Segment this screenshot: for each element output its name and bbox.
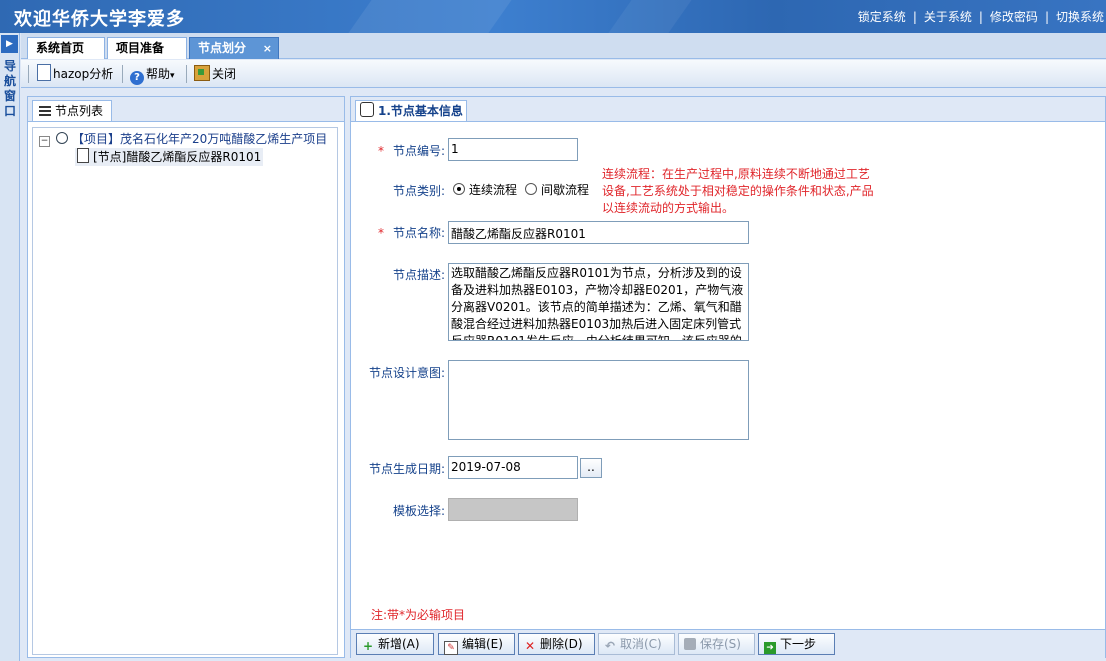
required-footnote: 注:带*为必输项目 — [371, 608, 466, 622]
nav-window-label: 导航窗口 — [3, 59, 16, 118]
action-button-bar: + 新增(A) ✎ 编辑(E) ✕ 删除(D) ↶ 取消(C) 保存(S) ➜ 下一步 — [351, 629, 1105, 658]
next-step-button[interactable]: ➜ 下一步 — [758, 633, 835, 655]
radio-selected-icon — [453, 183, 465, 195]
app-header: 欢迎华侨大学李爱多 锁定系统 | 关于系统 | 修改密码 | 切换系统 — [0, 0, 1106, 33]
tab-label: 节点划分 — [198, 41, 247, 55]
edit-pencil-icon: ✎ — [444, 641, 458, 655]
button-label: 下一步 — [780, 637, 817, 651]
help-label: 帮助 — [146, 67, 171, 81]
switch-system-link[interactable]: 切换系统 — [1056, 10, 1104, 24]
header-links: 锁定系统 | 关于系统 | 修改密码 | 切换系统 — [858, 8, 1104, 25]
help-icon: ? — [130, 71, 144, 85]
expand-arrow-icon[interactable]: ▶ — [1, 35, 18, 53]
tree-node-label: [节点]醋酸乙烯酯反应器R0101 — [93, 150, 262, 164]
tab-project-prep[interactable]: 项目准备 — [107, 37, 187, 59]
document-icon — [37, 64, 51, 81]
toolbar-divider — [186, 65, 187, 83]
hand-pointer-icon — [360, 102, 374, 117]
delete-button[interactable]: ✕ 删除(D) — [518, 633, 595, 655]
toolbar-divider — [122, 65, 123, 83]
header-decoration — [608, 0, 692, 33]
template-label: 模板选择: — [392, 504, 445, 518]
button-label: 编辑(E) — [462, 637, 503, 651]
delete-x-icon: ✕ — [524, 639, 536, 653]
close-button[interactable]: 关闭 — [194, 64, 236, 84]
nav-window-strip[interactable]: ▶ 导航窗口 — [0, 33, 20, 661]
design-intent-textarea[interactable] — [448, 360, 749, 440]
cancel-button[interactable]: ↶ 取消(C) — [598, 633, 675, 655]
header-decoration — [348, 0, 512, 33]
exit-door-icon — [194, 65, 210, 81]
label-text: 节点名称: — [392, 226, 445, 240]
undo-icon: ↶ — [604, 639, 616, 653]
tab-label: 1.节点基本信息 — [378, 104, 463, 118]
required-mark: * — [377, 226, 384, 240]
toolbar-divider — [28, 65, 29, 83]
radio-label: 间歇流程 — [541, 183, 590, 197]
change-password-link[interactable]: 修改密码 — [990, 10, 1038, 24]
button-label: 新增(A) — [378, 637, 420, 651]
node-tree: − 【项目】茂名石化年产20万吨醋酸乙烯生产项目 [节点]醋酸乙烯酯反应器R010… — [32, 127, 338, 655]
link-separator: | — [912, 10, 917, 24]
link-separator: | — [1044, 10, 1049, 24]
button-label: 取消(C) — [620, 637, 662, 651]
label-text: 节点编号: — [392, 144, 445, 158]
app-title: 欢迎华侨大学李爱多 — [14, 9, 185, 30]
template-select[interactable] — [448, 498, 578, 521]
node-name-label: * 节点名称: — [375, 224, 445, 241]
node-number-label: * 节点编号: — [375, 142, 445, 159]
tree-node-row[interactable]: [节点]醋酸乙烯酯反应器R0101 — [75, 148, 264, 166]
design-intent-label: 节点设计意图: — [368, 366, 445, 380]
node-list-panel: 节点列表 − 【项目】茂名石化年产20万吨醋酸乙烯生产项目 [节点]醋酸乙烯酯反应… — [27, 96, 345, 658]
tab-label: 节点列表 — [55, 104, 104, 118]
save-button[interactable]: 保存(S) — [678, 633, 755, 655]
date-field[interactable]: 2019-07-08 — [448, 456, 578, 479]
continuous-radio[interactable]: 连续流程 — [453, 181, 517, 198]
add-button[interactable]: + 新增(A) — [356, 633, 434, 655]
plus-icon: + — [362, 639, 374, 653]
node-name-field[interactable]: 醋酸乙烯酯反应器R0101 — [448, 221, 749, 244]
link-separator: | — [978, 10, 983, 24]
chevron-down-icon: ▾ — [170, 71, 175, 81]
tree-project-row[interactable]: − 【项目】茂名石化年产20万吨醋酸乙烯生产项目 — [39, 130, 327, 148]
radio-label: 连续流程 — [469, 183, 518, 197]
button-label: 保存(S) — [700, 637, 741, 651]
help-button[interactable]: ? 帮助▾ — [130, 64, 175, 85]
close-icon[interactable]: × — [263, 38, 272, 59]
lock-system-link[interactable]: 锁定系统 — [858, 10, 906, 24]
hazop-analysis-button[interactable]: hazop分析 — [37, 64, 113, 84]
save-disk-icon — [684, 638, 696, 650]
button-label: 删除(D) — [540, 637, 583, 651]
collapse-icon[interactable]: − — [39, 136, 50, 147]
close-label: 关闭 — [212, 67, 237, 81]
toolbar: hazop分析 ? 帮助▾ 关闭 — [21, 60, 1106, 88]
node-desc-textarea[interactable]: 选取醋酸乙烯酯反应器R0101为节点，分析涉及到的设备及进料加热器E0103，产… — [448, 263, 749, 341]
list-icon — [39, 106, 51, 116]
file-icon — [77, 148, 89, 163]
tab-system-home[interactable]: 系统首页 — [27, 37, 105, 59]
tab-node-division[interactable]: 节点划分 × — [189, 37, 279, 59]
about-system-link[interactable]: 关于系统 — [924, 10, 972, 24]
radio-unselected-icon — [525, 183, 537, 195]
tab-node-list[interactable]: 节点列表 — [32, 100, 112, 121]
tab-bar: 系统首页 项目准备 节点划分 × — [21, 33, 1106, 59]
required-mark: * — [377, 144, 384, 158]
node-info-panel: 1.节点基本信息 * 节点编号: 1 节点类别: 连续流程 间歇流程 连续流程：在… — [350, 96, 1106, 658]
panel-tab-strip: 1.节点基本信息 — [351, 97, 1105, 122]
arrow-right-icon: ➜ — [764, 642, 776, 654]
panel-tab-strip: 节点列表 — [28, 97, 344, 122]
batch-radio[interactable]: 间歇流程 — [525, 181, 589, 198]
tab-node-basic-info[interactable]: 1.节点基本信息 — [355, 100, 467, 121]
date-label: 节点生成日期: — [368, 462, 445, 476]
continuous-flow-note: 连续流程：在生产过程中,原料连续不断地通过工艺设备,工艺系统处于相对稳定的操作条… — [602, 167, 874, 215]
node-type-label: 节点类别: — [392, 184, 445, 198]
tree-project-label: 【项目】茂名石化年产20万吨醋酸乙烯生产项目 — [72, 132, 328, 146]
hazop-label: hazop分析 — [53, 67, 114, 81]
node-number-field[interactable]: 1 — [448, 138, 578, 161]
date-picker-button[interactable]: .. — [580, 458, 602, 478]
node-desc-label: 节点描述: — [392, 268, 445, 282]
project-icon — [56, 132, 68, 144]
edit-button[interactable]: ✎ 编辑(E) — [438, 633, 515, 655]
